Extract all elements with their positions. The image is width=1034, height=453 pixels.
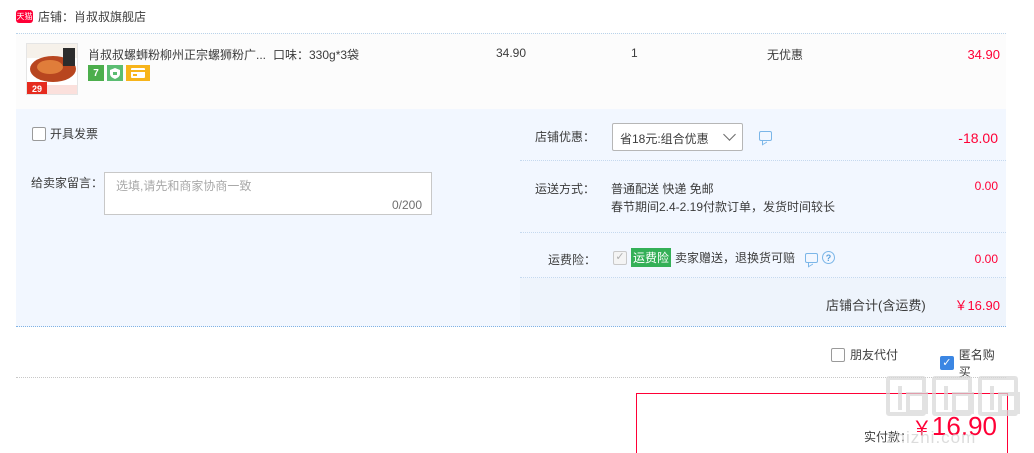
anonymous-purchase-checkbox[interactable]: ✓ <box>940 356 954 370</box>
shipping-notice: 春节期间2.4-2.19付款订单，发货时间较长 <box>611 200 836 214</box>
credit-card-icon[interactable] <box>126 65 150 81</box>
store-discount-row: 店铺优惠： 省18元:组合优惠 -18.00 <box>520 109 1006 161</box>
currency-symbol: ￥ <box>911 418 932 440</box>
shipping-insurance-row: 运费险： ✓ 运费险 卖家赠送，退换货可赔 ? 0.00 <box>520 233 1006 278</box>
payment-summary-box: 实付款： ￥16.90 <box>636 393 1008 453</box>
insurance-option: ✓ 运费险 卖家赠送，退换货可赔 ? <box>613 248 836 267</box>
invoice-label: 开具发票 <box>50 127 99 141</box>
shipping-label: 运送方式： <box>535 182 596 196</box>
service-icons: 7 <box>88 65 150 81</box>
anonymous-purchase-label: 匿名购买 <box>958 348 995 379</box>
store-subtotal-amount: ￥16.90 <box>954 298 1000 313</box>
shipping-row: 运送方式： 普通配送 快递 免邮 春节期间2.4-2.19付款订单，发货时间较长… <box>520 161 1006 233</box>
seven-day-return-icon[interactable]: 7 <box>88 65 104 81</box>
invoice-checkbox[interactable] <box>32 126 46 141</box>
insurance-checkbox: ✓ <box>613 250 627 265</box>
shop-header: 天猫 店铺：肖叔叔旗舰店 <box>16 6 146 26</box>
insurance-amount: 0.00 <box>974 252 998 266</box>
item-total: 34.90 <box>967 47 1000 62</box>
store-discount-label: 店铺优惠： <box>535 130 596 144</box>
chat-bubble-icon[interactable] <box>805 252 819 263</box>
message-box[interactable]: 0/200 <box>104 172 432 215</box>
order-item-row: 29 肖叔叔螺蛳粉柳州正宗螺狮粉广... 口味：330g*3袋 7 34.90 … <box>16 33 1006 109</box>
friend-pay-label: 朋友代付 <box>850 348 899 362</box>
tmall-logo-icon: 天猫 <box>16 9 33 23</box>
shop-name-link[interactable]: 店铺：肖叔叔旗舰店 <box>38 8 146 25</box>
store-discount-amount: -18.00 <box>958 130 998 146</box>
payment-value: 16.90 <box>931 411 997 441</box>
help-icon[interactable]: ? <box>822 251 836 264</box>
insurance-text: 卖家赠送，退换货可赔 <box>675 251 796 265</box>
message-char-count: 0/200 <box>391 198 422 212</box>
insurance-label: 运费险： <box>548 253 597 267</box>
product-title-link[interactable]: 肖叔叔螺蛳粉柳州正宗螺狮粉广... <box>88 46 266 63</box>
actual-payment-label: 实付款： <box>864 430 913 444</box>
shipping-method: 普通配送 快递 免邮 <box>611 182 714 196</box>
shipping-amount: 0.00 <box>974 179 998 193</box>
friend-pay-checkbox[interactable] <box>831 347 845 362</box>
guarantee-icon[interactable] <box>107 65 123 81</box>
product-thumbnail[interactable]: 29 <box>26 43 78 95</box>
insurance-badge: 运费险 <box>631 248 672 267</box>
anonymous-purchase-option[interactable]: ✓ 匿名购买 <box>940 346 1006 380</box>
chat-bubble-icon[interactable] <box>759 131 772 141</box>
friend-pay-option[interactable]: 朋友代付 <box>831 346 898 363</box>
unit-price: 34.90 <box>496 46 527 60</box>
store-subtotal-row: 店铺合计(含运费) ￥16.90 <box>520 278 1006 326</box>
product-sku: 口味：330g*3袋 <box>273 48 360 62</box>
invoice-option[interactable]: 开具发票 <box>32 125 98 142</box>
store-discount-value: 省18元:组合优惠 <box>620 132 709 146</box>
seller-message-input[interactable] <box>116 179 376 193</box>
item-discount: 无优惠 <box>767 48 804 62</box>
store-discount-select[interactable]: 省18元:组合优惠 <box>612 123 743 151</box>
extra-options: 朋友代付 ✓ 匿名购买 <box>16 328 1006 380</box>
thumbnail-price-tag: 29 <box>27 82 47 94</box>
chevron-down-icon <box>723 128 736 141</box>
actual-payment-amount: ￥16.90 <box>912 411 997 442</box>
quantity: 1 <box>631 46 638 60</box>
message-label: 给卖家留言： <box>31 176 104 190</box>
store-subtotal-label: 店铺合计(含运费) <box>826 298 926 313</box>
order-options-panel: 开具发票 给卖家留言： 0/200 店铺优惠： 省18元:组合优惠 -18.00… <box>16 109 1006 327</box>
